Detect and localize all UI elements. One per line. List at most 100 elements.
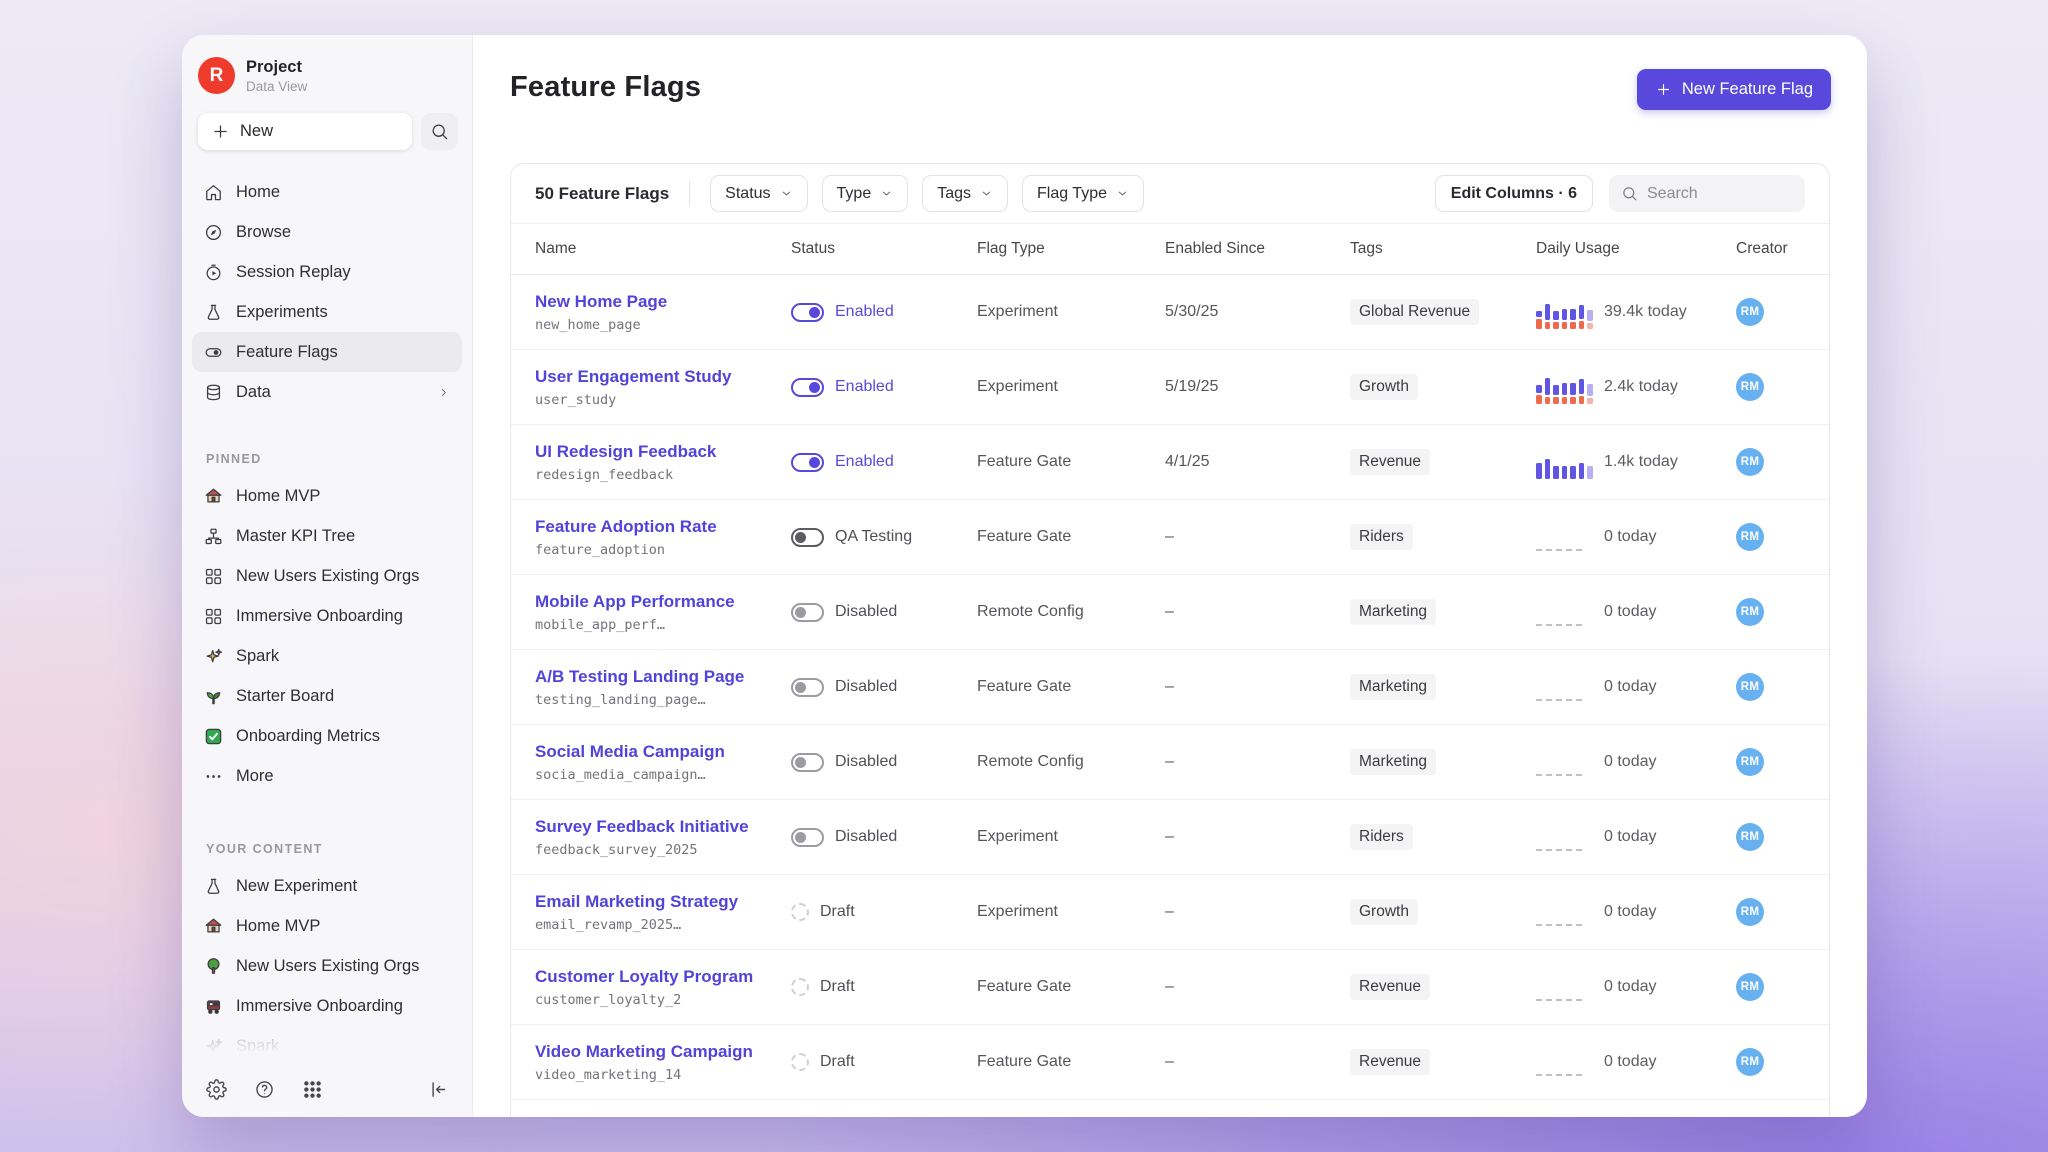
filter-flag-type[interactable]: Flag Type: [1022, 175, 1144, 212]
table-row[interactable]: Customer Loyalty Program customer_loyalt…: [511, 950, 1829, 1025]
table-row[interactable]: Survey Feedback Initiative feedback_surv…: [511, 800, 1829, 875]
daily-usage-cell: 0 today: [1536, 520, 1736, 554]
flag-name-link[interactable]: User Engagement Study: [535, 367, 732, 387]
usage-sparkline: [1536, 520, 1594, 554]
sidebar-item-session-replay[interactable]: Session Replay: [192, 252, 462, 292]
flag-name-link[interactable]: Email Marketing Strategy: [535, 892, 738, 912]
filter-tags[interactable]: Tags: [922, 175, 1008, 212]
flag-name-link[interactable]: Video Marketing Campaign: [535, 1042, 753, 1062]
sidebar-item-browse[interactable]: Browse: [192, 212, 462, 252]
table-row[interactable]: Feature Adoption Rate feature_adoption Q…: [511, 500, 1829, 575]
flag-name-link[interactable]: Survey Feedback Initiative: [535, 817, 749, 837]
sidebar-item-new-users-existing-orgs[interactable]: New Users Existing Orgs: [192, 556, 462, 596]
flask-icon: [204, 303, 223, 322]
apps-grid-icon[interactable]: [302, 1079, 323, 1100]
name-cell: UI Redesign Feedback redesign_feedback: [535, 442, 791, 483]
status-toggle[interactable]: [791, 528, 824, 547]
new-feature-flag-button[interactable]: New Feature Flag: [1637, 69, 1831, 110]
sidebar-item-new-experiment[interactable]: New Experiment: [192, 866, 462, 906]
sitemap-icon: [204, 527, 223, 546]
usage-sparkline: [1536, 895, 1594, 929]
table-row[interactable]: Social Media Campaign socia_media_campai…: [511, 725, 1829, 800]
status-toggle[interactable]: [791, 603, 824, 622]
project-switcher[interactable]: R Project Data View: [198, 57, 458, 94]
sidebar-item-home-mvp[interactable]: Home MVP: [192, 906, 462, 946]
project-name: Project: [246, 58, 307, 77]
sidebar-item-master-kpi-tree[interactable]: Master KPI Tree: [192, 516, 462, 556]
help-icon[interactable]: [254, 1079, 275, 1100]
filter-status[interactable]: Status: [710, 175, 807, 212]
sidebar-item-home-mvp[interactable]: Home MVP: [192, 476, 462, 516]
creator-cell: RM: [1736, 448, 1805, 476]
filter-group: Status Type Tags Flag Type: [710, 175, 1144, 212]
status-cell: Disabled: [791, 678, 977, 697]
project-logo: R: [198, 57, 235, 94]
edit-columns-button[interactable]: Edit Columns · 6: [1435, 175, 1593, 212]
home-icon: [204, 183, 223, 202]
tree-icon: [204, 957, 223, 976]
zero-usage-dash: [1536, 774, 1582, 776]
sidebar-search-button[interactable]: [421, 113, 458, 150]
sidebar-item-immersive-onboarding[interactable]: Immersive Onboarding: [192, 596, 462, 636]
status-cell: Draft: [791, 1053, 977, 1071]
status-toggle[interactable]: [791, 753, 824, 772]
flag-name-link[interactable]: Feature Adoption Rate: [535, 517, 717, 537]
flag-name-link[interactable]: UI Redesign Feedback: [535, 442, 716, 462]
filter-type[interactable]: Type: [822, 175, 909, 212]
table-search-input[interactable]: [1647, 185, 1793, 203]
flag-type-cell: Feature Gate: [977, 528, 1165, 546]
sidebar-item-feature-flags[interactable]: Feature Flags: [192, 332, 462, 372]
table-row[interactable]: A/B Testing Landing Page testing_landing…: [511, 650, 1829, 725]
draft-status-icon[interactable]: [791, 1053, 809, 1071]
sidebar-item-more[interactable]: More: [192, 756, 462, 796]
creator-cell: RM: [1736, 1048, 1805, 1076]
daily-usage-cell: 0 today: [1536, 970, 1736, 1004]
app-window: R Project Data View New HomeBrowseSessio…: [182, 35, 1867, 1117]
gear-icon[interactable]: [206, 1079, 227, 1100]
sidebar-item-spark[interactable]: Spark: [192, 1026, 462, 1066]
sidebar-item-label: Data: [236, 383, 271, 402]
sidebar: R Project Data View New HomeBrowseSessio…: [182, 35, 473, 1117]
sidebar-item-onboarding-metrics[interactable]: Onboarding Metrics: [192, 716, 462, 756]
new-button[interactable]: New: [198, 113, 412, 150]
table-row[interactable]: New Home Page new_home_page Enabled Expe…: [511, 275, 1829, 350]
draft-status-icon[interactable]: [791, 903, 809, 921]
table-row[interactable]: Video Marketing Campaign video_marketing…: [511, 1025, 1829, 1100]
project-subtitle: Data View: [246, 79, 307, 94]
status-cell: QA Testing: [791, 528, 977, 547]
status-toggle[interactable]: [791, 303, 824, 322]
pinned-section-label: PINNED: [206, 452, 472, 466]
filter-flag-type-label: Flag Type: [1037, 185, 1107, 203]
sidebar-item-spark[interactable]: Spark: [192, 636, 462, 676]
flag-name-link[interactable]: Customer Loyalty Program: [535, 967, 753, 987]
sidebar-item-experiments[interactable]: Experiments: [192, 292, 462, 332]
flag-name-link[interactable]: Social Media Campaign: [535, 742, 725, 762]
table-search[interactable]: [1609, 175, 1805, 212]
name-cell: Mobile App Performance mobile_app_perf…: [535, 592, 791, 633]
status-toggle[interactable]: [791, 678, 824, 697]
status-toggle[interactable]: [791, 828, 824, 847]
status-toggle[interactable]: [791, 453, 824, 472]
creator-avatar: RM: [1736, 1048, 1764, 1076]
flag-name-link[interactable]: New Home Page: [535, 292, 667, 312]
status-cell: Enabled: [791, 378, 977, 397]
table-row[interactable]: Mobile App Performance mobile_app_perf… …: [511, 575, 1829, 650]
sidebar-item-starter-board[interactable]: Starter Board: [192, 676, 462, 716]
table-row[interactable]: Email Marketing Strategy email_revamp_20…: [511, 875, 1829, 950]
status-label: Draft: [820, 978, 855, 996]
flag-name-link[interactable]: A/B Testing Landing Page: [535, 667, 744, 687]
daily-usage-cell: 0 today: [1536, 820, 1736, 854]
sidebar-item-data[interactable]: Data: [192, 372, 462, 412]
creator-cell: RM: [1736, 748, 1805, 776]
draft-status-icon[interactable]: [791, 978, 809, 996]
status-toggle[interactable]: [791, 378, 824, 397]
tags-cell: Revenue: [1350, 1049, 1536, 1075]
sidebar-item-home[interactable]: Home: [192, 172, 462, 212]
flag-name-link[interactable]: Mobile App Performance: [535, 592, 735, 612]
table-row[interactable]: UI Redesign Feedback redesign_feedback E…: [511, 425, 1829, 500]
table-row[interactable]: User Engagement Study user_study Enabled…: [511, 350, 1829, 425]
sidebar-item-immersive-onboarding[interactable]: Immersive Onboarding: [192, 986, 462, 1026]
filter-status-label: Status: [725, 185, 770, 203]
collapse-sidebar-icon[interactable]: [427, 1079, 448, 1100]
sidebar-item-new-users-existing-orgs[interactable]: New Users Existing Orgs: [192, 946, 462, 986]
